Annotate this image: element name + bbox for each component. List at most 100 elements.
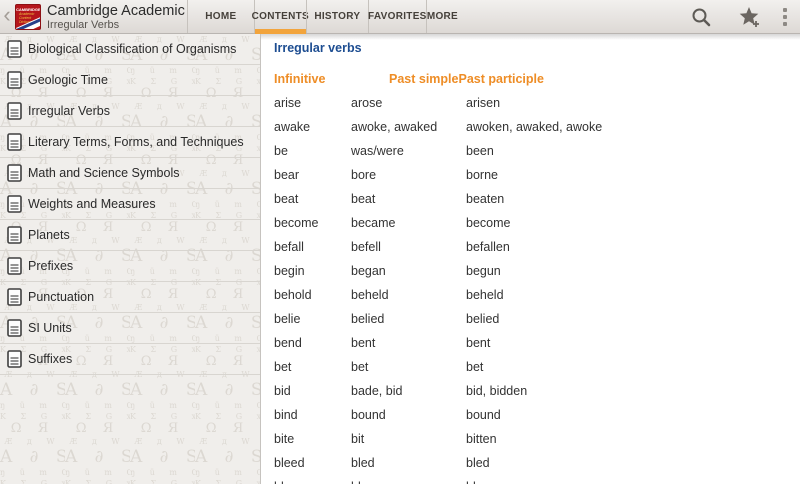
- cell-infinitive: bear: [274, 163, 351, 187]
- contents-list-item[interactable]: Literary Terms, Forms, and Techniques: [0, 127, 260, 158]
- content-panel: Irregular verbs Infinitive Past simple P…: [260, 34, 800, 484]
- watermark-tile: Æ д WA ∂ Sŋ ü m O BK Σ G xΩ Я: [195, 436, 260, 484]
- table-row: behold beheld beheld: [274, 283, 800, 307]
- contents-item-label: Literary Terms, Forms, and Techniques: [28, 135, 244, 149]
- contents-item-label: Irregular Verbs: [28, 104, 110, 118]
- table-row: arise arose arisen: [274, 91, 800, 115]
- cell-infinitive: bid: [274, 379, 351, 403]
- document-icon: [7, 257, 22, 275]
- cell-infinitive: arise: [274, 91, 351, 115]
- back-chevron-icon[interactable]: ‹: [0, 0, 14, 33]
- table-row: bend bent bent: [274, 331, 800, 355]
- cell-past-participle: been: [466, 139, 494, 163]
- contents-item-label: Geologic Time: [28, 73, 108, 87]
- watermark-tile: Æ д WA ∂ Sŋ ü m O BK Σ G xΩ Я: [65, 436, 130, 484]
- cell-infinitive: begin: [274, 259, 351, 283]
- cell-past-participle: begun: [466, 259, 501, 283]
- table-row: bid bade, bid bid, bidden: [274, 379, 800, 403]
- contents-list-item[interactable]: Planets: [0, 220, 260, 251]
- cell-infinitive: bite: [274, 427, 351, 451]
- contents-list-item[interactable]: Punctuation: [0, 282, 260, 313]
- cell-past-simple: arose: [351, 91, 466, 115]
- watermark-tile: Æ д WA ∂ Sŋ ü m O BK Σ G xΩ Я: [0, 436, 65, 484]
- cell-infinitive: be: [274, 139, 351, 163]
- search-button[interactable]: [690, 6, 712, 28]
- contents-list-item[interactable]: Prefixes: [0, 251, 260, 282]
- watermark-tile: Æ д WA ∂ Sŋ ü m O BK Σ G xΩ Я: [130, 369, 195, 436]
- document-icon: [7, 164, 22, 182]
- table-header-row: Infinitive Past simple Past participle: [274, 67, 800, 91]
- app-logo[interactable]: CAMBRIDGE Academic Content Dictionary: [15, 4, 41, 30]
- app-subtitle: Irregular Verbs: [47, 19, 185, 31]
- table-row: bind bound bound: [274, 403, 800, 427]
- cell-past-participle: befallen: [466, 235, 510, 259]
- table-row: befall befell befallen: [274, 235, 800, 259]
- contents-list-item[interactable]: Biological Classification of Organisms: [0, 34, 260, 65]
- cell-past-participle: bound: [466, 403, 501, 427]
- table-row: begin began begun: [274, 259, 800, 283]
- cell-past-participle: bid, bidden: [466, 379, 527, 403]
- contents-list-item[interactable]: Irregular Verbs: [0, 96, 260, 127]
- tab[interactable]: CONTENTS: [254, 0, 306, 33]
- table-row: blow blew blown: [274, 475, 800, 484]
- document-icon: [7, 40, 22, 58]
- cell-infinitive: behold: [274, 283, 351, 307]
- tab[interactable]: MORE: [426, 0, 458, 33]
- cell-past-participle: blown: [466, 475, 499, 484]
- cell-past-simple: began: [351, 259, 466, 283]
- tab-label: CONTENTS: [252, 11, 309, 22]
- tab[interactable]: HISTORY: [306, 0, 368, 33]
- document-icon: [7, 350, 22, 368]
- table-column-header: Past participle: [458, 67, 543, 91]
- contents-list-item[interactable]: Weights and Measures: [0, 189, 260, 220]
- tab-label: HISTORY: [314, 11, 360, 22]
- app-body: Æ д WA ∂ Sŋ ü m O BK Σ G xΩ ЯÆ д WA ∂ Sŋ…: [0, 34, 800, 484]
- cell-past-participle: bitten: [466, 427, 497, 451]
- cell-past-simple: befell: [351, 235, 466, 259]
- add-favorite-button[interactable]: [738, 5, 762, 29]
- cell-past-simple: awoke, awaked: [351, 115, 466, 139]
- cell-past-participle: beheld: [466, 283, 504, 307]
- contents-item-label: Planets: [28, 228, 70, 242]
- tab[interactable]: HOME: [187, 0, 254, 33]
- contents-item-label: Weights and Measures: [28, 197, 156, 211]
- cell-past-simple: beheld: [351, 283, 466, 307]
- overflow-menu-button[interactable]: [778, 5, 792, 29]
- watermark-tile: Æ д WA ∂ Sŋ ü m O BK Σ G xΩ Я: [65, 369, 130, 436]
- table-row: bite bit bitten: [274, 427, 800, 451]
- table-row: awake awoke, awaked awoken, awaked, awok…: [274, 115, 800, 139]
- cell-past-simple: blew: [351, 475, 466, 484]
- cell-past-simple: belied: [351, 307, 466, 331]
- action-bar: ‹ CAMBRIDGE Academic Content Dictionary …: [0, 0, 800, 34]
- table-row: be was/were been: [274, 139, 800, 163]
- cell-past-participle: borne: [466, 163, 498, 187]
- contents-list-item[interactable]: Geologic Time: [0, 65, 260, 96]
- contents-item-label: Prefixes: [28, 259, 73, 273]
- cell-infinitive: blow: [274, 475, 351, 484]
- cell-past-participle: become: [466, 211, 510, 235]
- cell-past-participle: awoken, awaked, awoke: [466, 115, 602, 139]
- cell-infinitive: bet: [274, 355, 351, 379]
- cell-past-participle: bent: [466, 331, 490, 355]
- table-row: bet bet bet: [274, 355, 800, 379]
- contents-list-item[interactable]: Suffixes: [0, 344, 260, 375]
- cell-infinitive: belie: [274, 307, 351, 331]
- cell-past-simple: bent: [351, 331, 466, 355]
- cell-past-simple: bound: [351, 403, 466, 427]
- contents-item-label: Suffixes: [28, 352, 72, 366]
- cell-infinitive: become: [274, 211, 351, 235]
- document-icon: [7, 288, 22, 306]
- tab-label: FAVORITES: [368, 11, 427, 22]
- contents-list-item[interactable]: SI Units: [0, 313, 260, 344]
- cell-infinitive: bend: [274, 331, 351, 355]
- document-icon: [7, 319, 22, 337]
- verbs-table: arise arose arisen awake awoke, awaked a…: [274, 91, 800, 484]
- contents-list-item[interactable]: Math and Science Symbols: [0, 158, 260, 189]
- contents-item-label: Biological Classification of Organisms: [28, 42, 236, 56]
- contents-list: Biological Classification of Organisms G…: [0, 34, 260, 375]
- cell-past-participle: beaten: [466, 187, 504, 211]
- tab[interactable]: FAVORITES: [368, 0, 426, 33]
- document-icon: [7, 195, 22, 213]
- cell-infinitive: bleed: [274, 451, 351, 475]
- cell-past-simple: became: [351, 211, 466, 235]
